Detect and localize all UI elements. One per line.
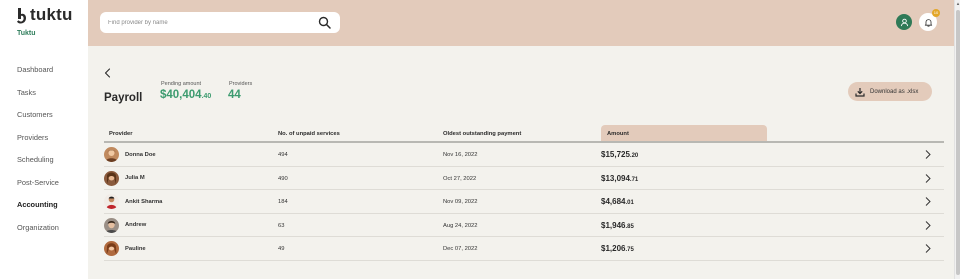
provider-cell: Ankit Sharma — [104, 194, 162, 209]
page-scrollbar[interactable]: ▴ — [954, 0, 960, 279]
oldest-payment-date: Aug 24, 2022 — [443, 222, 478, 229]
search-input[interactable] — [108, 16, 308, 29]
unpaid-count: 184 — [278, 199, 288, 205]
table-row[interactable]: Pauline 49 Dec 07, 2022 $1,206.75 — [104, 237, 944, 261]
providers-count-value: 44 — [228, 89, 241, 101]
oldest-payment-date: Nov 16, 2022 — [443, 152, 478, 158]
sidebar-item-accounting[interactable]: Accounting — [17, 200, 59, 223]
notification-badge: 10 — [932, 9, 940, 17]
user-icon — [900, 18, 908, 26]
table-row[interactable]: Julia M 490 Oct 27, 2022 $13,094.71 — [104, 167, 944, 190]
pending-amount-main: $40,404 — [160, 89, 202, 101]
sidebar-item-providers[interactable]: Providers — [17, 133, 59, 156]
sidebar-item-organization[interactable]: Organization — [17, 223, 59, 246]
sidebar-item-tasks[interactable]: Tasks — [17, 88, 59, 111]
download-xlsx-button[interactable]: Download as .xlsx — [848, 82, 932, 101]
tuktu-logo-icon — [17, 7, 26, 23]
amount-cents: .20 — [629, 153, 639, 159]
avatar — [104, 217, 119, 233]
provider-name: Ankit Sharma — [125, 198, 163, 205]
organization-name: Tuktu — [17, 30, 36, 37]
amount-cents: .85 — [625, 223, 634, 230]
unpaid-count: 490 — [278, 175, 288, 182]
notifications-button[interactable]: 10 — [919, 9, 940, 31]
scroll-up-arrow-icon[interactable]: ▴ — [955, 1, 960, 7]
pending-amount-label: Pending amount — [161, 81, 202, 87]
table-header: Provider No. of unpaid services Oldest o… — [104, 125, 944, 143]
scroll-thumb[interactable] — [956, 10, 960, 275]
chevron-right-icon[interactable] — [924, 220, 932, 231]
column-header-unpaid-services[interactable]: No. of unpaid services — [278, 131, 340, 137]
provider-cell: Andrew — [104, 217, 147, 233]
amount-value: $4,684.01 — [601, 197, 634, 206]
providers-count-label: Providers — [229, 81, 253, 87]
top-bar: 10 — [88, 0, 954, 46]
amount-cents: .71 — [629, 176, 639, 183]
page-title: Payroll — [104, 92, 143, 104]
amount-main: $1,946 — [601, 220, 626, 230]
table-row[interactable]: Donna Doe 494 Nov 16, 2022 $15,725.20 — [104, 143, 944, 167]
amount-value: $1,206.75 — [601, 244, 634, 253]
avatar — [104, 241, 119, 256]
brand-name: tuktu — [30, 5, 73, 24]
unpaid-count: 49 — [278, 246, 285, 252]
logo[interactable]: tuktu — [16, 5, 73, 25]
download-icon — [855, 87, 865, 97]
pending-amount-cents: .40 — [201, 93, 212, 100]
column-header-provider[interactable]: Provider — [109, 131, 133, 137]
provider-cell: Pauline — [104, 241, 146, 256]
chevron-right-icon[interactable] — [924, 196, 932, 207]
user-avatar-button[interactable] — [896, 14, 912, 30]
amount-main: $1,206 — [601, 244, 626, 253]
unpaid-count: 494 — [278, 152, 288, 158]
search-icon[interactable] — [318, 16, 331, 29]
oldest-payment-date: Oct 27, 2022 — [443, 175, 477, 182]
provider-cell: Donna Doe — [104, 147, 156, 162]
table-row[interactable]: Andrew 63 Aug 24, 2022 $1,946.85 — [104, 214, 944, 237]
provider-cell: Julia M — [104, 170, 145, 186]
sidebar-item-customers[interactable]: Customers — [17, 110, 59, 133]
avatar — [104, 194, 119, 209]
provider-name: Julia M — [125, 175, 145, 181]
chevron-right-icon[interactable] — [924, 149, 932, 160]
sidebar-item-scheduling[interactable]: Scheduling — [17, 155, 59, 178]
bell-icon — [924, 18, 932, 27]
sidebar: tuktu Tuktu Dashboard Tasks Customers Pr… — [0, 0, 88, 279]
sidebar-item-dashboard[interactable]: Dashboard — [17, 65, 59, 88]
amount-cents: .01 — [625, 200, 634, 206]
provider-name: Donna Doe — [125, 151, 156, 158]
amount-main: $4,684 — [601, 197, 626, 206]
column-header-amount[interactable]: Amount — [607, 131, 629, 137]
search-box — [100, 12, 340, 33]
avatar — [104, 147, 119, 162]
provider-name: Pauline — [125, 245, 146, 252]
sidebar-nav: Dashboard Tasks Customers Providers Sche… — [17, 65, 59, 245]
column-header-oldest-payment[interactable]: Oldest outstanding payment — [443, 131, 521, 137]
amount-value: $1,946.85 — [601, 221, 634, 230]
oldest-payment-date: Dec 07, 2022 — [443, 246, 478, 252]
amount-main: $15,725 — [601, 150, 630, 159]
sidebar-item-post-service[interactable]: Post-Service — [17, 178, 59, 201]
pending-amount-value: $40,404.40 — [160, 89, 211, 101]
amount-value: $15,725.20 — [601, 150, 638, 159]
amount-cents: .75 — [625, 247, 634, 253]
provider-name: Andrew — [125, 222, 147, 228]
back-chevron-icon[interactable] — [103, 67, 113, 79]
download-button-label: Download as .xlsx — [870, 88, 919, 95]
avatar — [104, 170, 119, 186]
chevron-right-icon[interactable] — [924, 243, 932, 254]
chevron-right-icon[interactable] — [924, 173, 932, 184]
amount-main: $13,094 — [601, 173, 630, 183]
unpaid-count: 63 — [278, 222, 285, 229]
amount-value: $13,094.71 — [601, 174, 638, 183]
oldest-payment-date: Nov 09, 2022 — [443, 199, 478, 205]
table-row[interactable]: Ankit Sharma 184 Nov 09, 2022 $4,684.01 — [104, 190, 944, 214]
payroll-table: Provider No. of unpaid services Oldest o… — [104, 125, 944, 261]
